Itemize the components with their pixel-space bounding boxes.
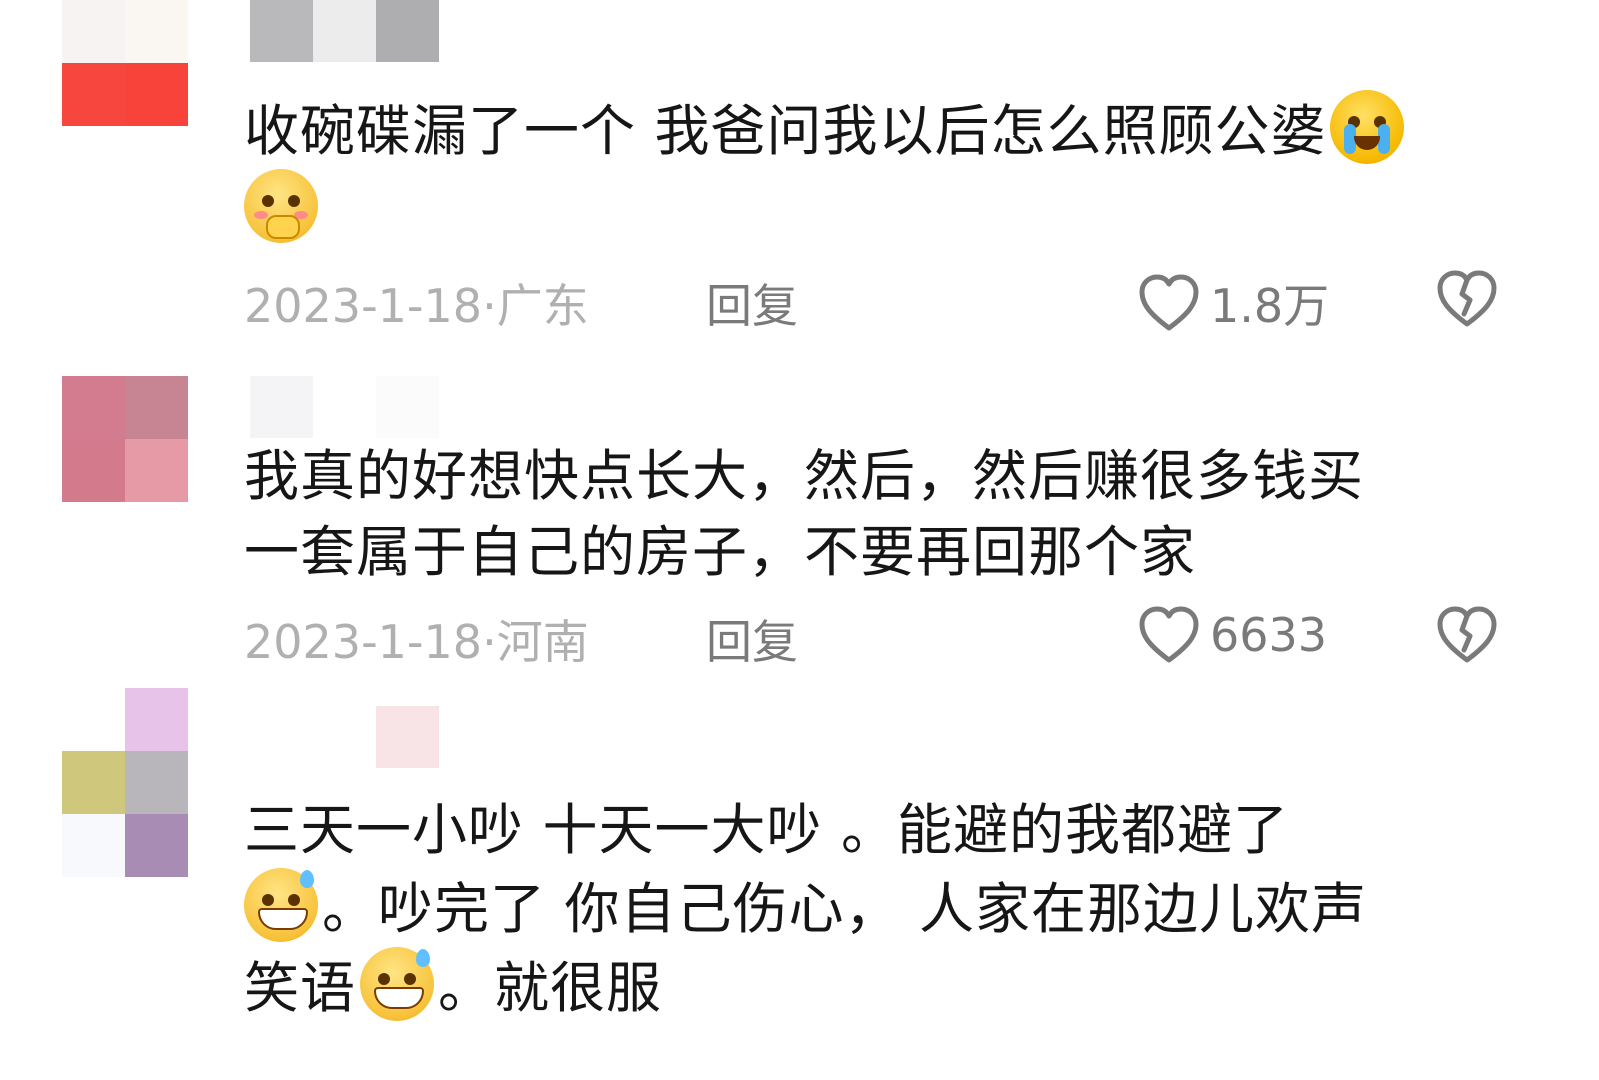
comment-text: 收碗碟漏了一个 我爸问我以后怎么照顾公婆: [244, 90, 1524, 248]
comment-meta: 2023-1-18·广东 回复 1.8万: [244, 270, 1524, 333]
username-blurred[interactable]: [250, 706, 439, 768]
comment-date-location: 2023-1-18·河南: [244, 606, 589, 672]
avatar[interactable]: [62, 688, 188, 877]
comment-text-line: 收碗碟漏了一个 我爸问我以后怎么照顾公婆: [244, 99, 1327, 163]
pleading-face-icon: [244, 169, 318, 243]
heart-icon: [1139, 606, 1199, 663]
comment-date-location: 2023-1-18·广东: [244, 270, 589, 336]
reply-button[interactable]: 回复: [706, 606, 798, 672]
crying-face-icon: [1330, 90, 1405, 164]
comment-text-line: 笑语: [244, 956, 357, 1020]
comment-text: 三天一小吵 十天一大吵 。能避的我都避了 。吵完了 你自己伤心， 人家在那边儿欢…: [244, 792, 1524, 1026]
comment-text-line: 一套属于自己的房子，不要再回那个家: [244, 520, 1197, 584]
grinning-sweat-face-icon: [360, 947, 435, 1021]
dislike-button[interactable]: [1436, 606, 1498, 675]
avatar[interactable]: [62, 0, 188, 126]
comment-text: 我真的好想快点长大，然后，然后赚很多钱买 一套属于自己的房子，不要再回那个家: [244, 438, 1524, 590]
comment-location: 河南: [496, 615, 589, 669]
like-count: 1.8万: [1210, 279, 1330, 333]
username-blurred[interactable]: [250, 376, 439, 438]
reply-button[interactable]: 回复: [706, 270, 798, 336]
like-button[interactable]: 1.8万: [1138, 270, 1329, 336]
dislike-button[interactable]: [1436, 270, 1498, 339]
broken-heart-icon: [1437, 270, 1497, 327]
broken-heart-icon: [1437, 606, 1497, 663]
like-button[interactable]: 6633: [1138, 606, 1327, 664]
comment-meta: 2023-1-18·河南 回复 6633: [244, 606, 1524, 669]
comment-date: 2023-1-18·: [244, 615, 497, 669]
comment-list: 收碗碟漏了一个 我爸问我以后怎么照顾公婆 2023-1-18·广东 回复 1.8…: [0, 0, 1599, 1080]
comment-date: 2023-1-18·: [244, 279, 497, 333]
comment-text-line: 。就很服: [438, 956, 663, 1020]
username-blurred[interactable]: [250, 0, 439, 62]
comment-text-line: 三天一小吵 十天一大吵 。能避的我都避了: [244, 798, 1289, 862]
grinning-sweat-face-icon: [244, 868, 318, 942]
comment-text-line: 。吵完了 你自己伤心， 人家在那边儿欢声: [322, 877, 1367, 941]
comment-location: 广东: [496, 279, 589, 333]
comment-text-line: 我真的好想快点长大，然后，然后赚很多钱买: [244, 444, 1365, 508]
like-count: 6633: [1210, 608, 1328, 662]
heart-icon: [1139, 274, 1199, 331]
avatar[interactable]: [62, 376, 188, 502]
